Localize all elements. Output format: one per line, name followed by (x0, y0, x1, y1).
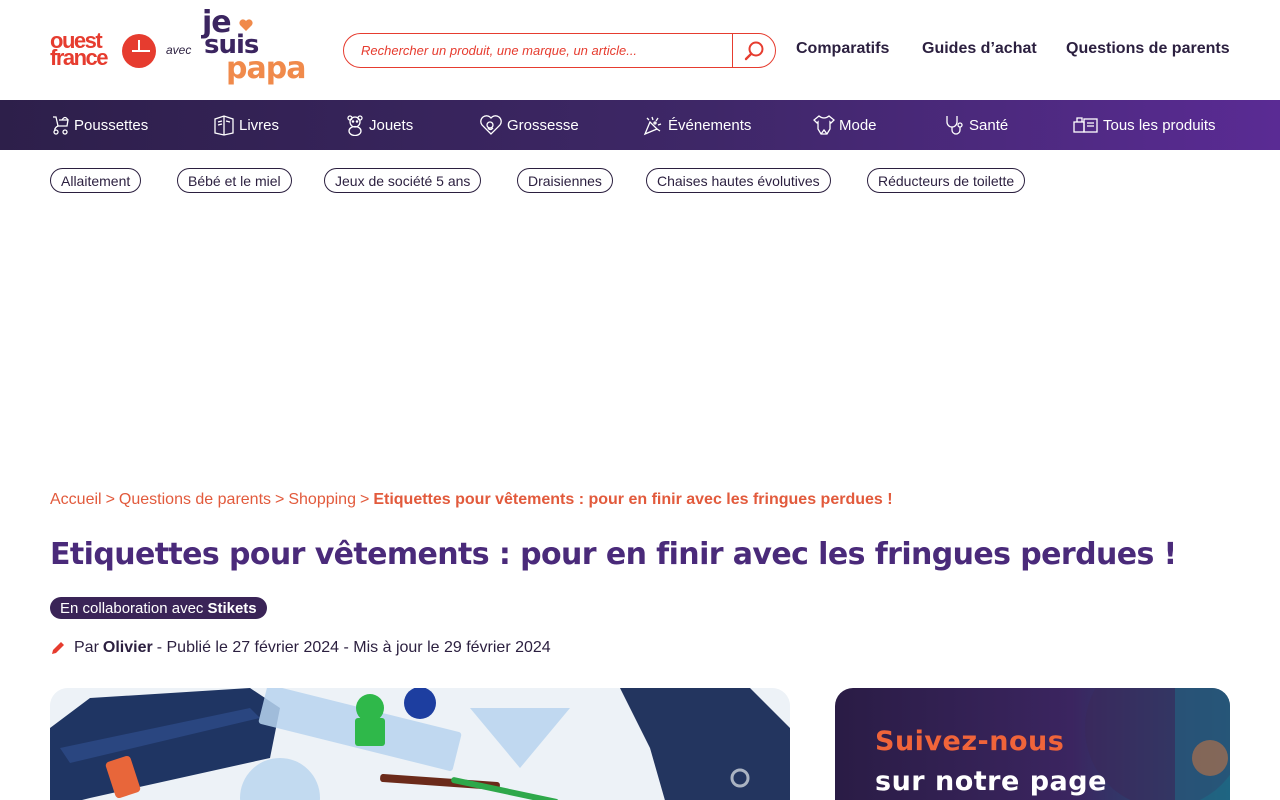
nav-questions-parents[interactable]: Questions de parents (1066, 40, 1230, 58)
breadcrumb-questions-parents[interactable]: Questions de parents (119, 491, 271, 508)
category-mode[interactable]: Mode (813, 100, 877, 150)
category-label: Grossesse (507, 116, 579, 134)
category-label: Mode (839, 116, 877, 134)
chip-draisiennes[interactable]: Draisiennes (517, 168, 613, 193)
hero-image-illustration (50, 688, 790, 800)
collaboration-brand: Stikets (207, 599, 257, 617)
nav-comparatifs[interactable]: Comparatifs (796, 40, 889, 58)
search-icon (744, 41, 764, 60)
category-livres[interactable]: Livres (213, 100, 279, 150)
search-button[interactable] (732, 34, 775, 67)
jesuispapa-logo[interactable]: je suis papa (200, 8, 306, 92)
ouest-france-logo-text: ouest france (50, 28, 109, 70)
promo-line-2: sur notre page (875, 766, 1107, 797)
stethoscope-icon (946, 116, 963, 135)
category-label: Événements (668, 116, 752, 134)
nav-guides-achat[interactable]: Guides d’achat (922, 40, 1037, 58)
category-label: Jouets (369, 116, 414, 134)
breadcrumb: Accueil > Questions de parents > Shopping > Et… (50, 491, 893, 509)
confetti-icon (643, 116, 662, 136)
pencil-icon (52, 642, 64, 654)
hero-image (50, 688, 790, 800)
breadcrumb-current: Etiquettes pour vêtements : pour en fini… (373, 491, 893, 508)
logo-avec-text: avec (166, 43, 192, 57)
search-bar (343, 33, 776, 68)
page-title: Etiquettes pour vêtements : pour en fini… (50, 537, 1177, 572)
chip-allaitement[interactable]: Allaitement (50, 168, 142, 193)
ouest-france-logo[interactable]: ouest france (50, 28, 158, 70)
breadcrumb-shopping[interactable]: Shopping (288, 491, 356, 508)
jesuispapa-logo-papa: papa (226, 51, 306, 86)
category-label: Tous les produits (1103, 116, 1216, 134)
collaboration-badge: En collaboration avec Stikets (50, 597, 267, 619)
category-nav: Poussettes Livres Jouets Grossesse Événe… (0, 100, 1280, 150)
chip-bebe-miel[interactable]: Bébé et le miel (177, 168, 292, 193)
category-sante[interactable]: Santé (943, 100, 1008, 150)
category-jouets[interactable]: Jouets (345, 100, 413, 150)
collaboration-prefix: En collaboration avec (60, 599, 204, 617)
category-label: Santé (969, 116, 1009, 134)
products-icon (1073, 117, 1098, 133)
byline-dates: - Publié le 27 février 2024 - Mis à jour… (156, 639, 551, 656)
pregnancy-heart-icon (480, 115, 502, 135)
category-tous-produits[interactable]: Tous les produits (1073, 100, 1216, 150)
search-input[interactable] (344, 34, 734, 67)
byline-prefix: Par (74, 639, 99, 656)
social-promo-card[interactable]: Suivez-nous sur notre page (835, 688, 1230, 800)
category-grossesse[interactable]: Grossesse (479, 100, 579, 150)
byline: Par Olivier - Publié le 27 février 2024 … (50, 639, 551, 657)
breadcrumb-separator: > (275, 491, 285, 508)
chip-jeux-societe[interactable]: Jeux de société 5 ans (324, 168, 482, 193)
category-label: Poussettes (74, 116, 149, 134)
breadcrumb-separator: > (105, 491, 115, 508)
breadcrumb-accueil[interactable]: Accueil (50, 491, 102, 508)
breadcrumb-separator: > (359, 491, 370, 508)
chip-chaises-hautes[interactable]: Chaises hautes évolutives (646, 168, 831, 193)
promo-line-1: Suivez-nous (875, 726, 1065, 757)
author-name[interactable]: Olivier (103, 639, 153, 657)
ouest-france-logo-mark (122, 34, 156, 68)
chip-reducteurs-toilette[interactable]: Réducteurs de toilette (867, 168, 1026, 193)
book-icon (214, 115, 234, 136)
site-header: ouest france avec je suis papa Comparati… (0, 0, 1280, 100)
stroller-icon (53, 116, 69, 135)
category-label: Livres (239, 116, 280, 134)
category-evenements[interactable]: Événements (642, 100, 751, 150)
category-poussettes[interactable]: Poussettes (50, 100, 148, 150)
bodysuit-icon (813, 115, 835, 135)
teddy-bear-icon (347, 115, 363, 136)
